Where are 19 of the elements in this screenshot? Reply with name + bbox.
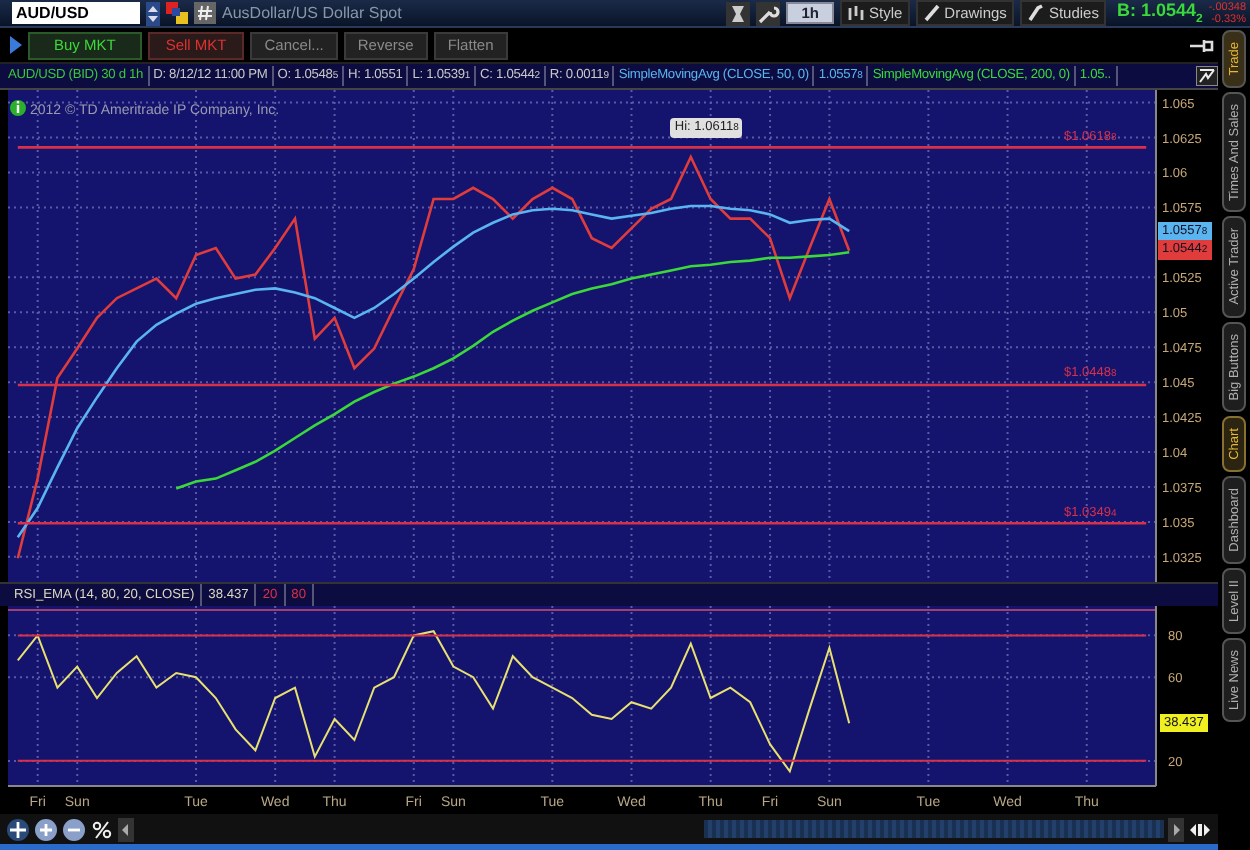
symbol-field[interactable]: AUD/USD: [12, 2, 140, 24]
info-icon[interactable]: [10, 100, 26, 116]
hash-icon[interactable]: [194, 2, 216, 24]
symbol-description: AusDollar/US Dollar Spot: [222, 4, 402, 22]
percent-icon[interactable]: [90, 817, 114, 841]
bid-price: B: 1.0544$_{2}$: [1116, 0, 1203, 26]
expand-arrow-icon[interactable]: [10, 36, 22, 54]
spinner-icon[interactable]: [146, 1, 160, 25]
flag-icon[interactable]: [166, 2, 188, 24]
pencil-icon: [924, 4, 941, 22]
zoom-out-icon[interactable]: [62, 817, 86, 841]
scrollbar[interactable]: [704, 820, 1164, 838]
zigzag-icon[interactable]: [1196, 66, 1218, 86]
scroll-right-icon[interactable]: [1168, 817, 1184, 841]
bars-icon: [848, 4, 865, 22]
pin-icon[interactable]: [1190, 37, 1214, 53]
crosshair-icon[interactable]: [6, 817, 30, 841]
scroll-left-icon[interactable]: [118, 817, 134, 841]
zoom-in-icon[interactable]: [34, 817, 58, 841]
